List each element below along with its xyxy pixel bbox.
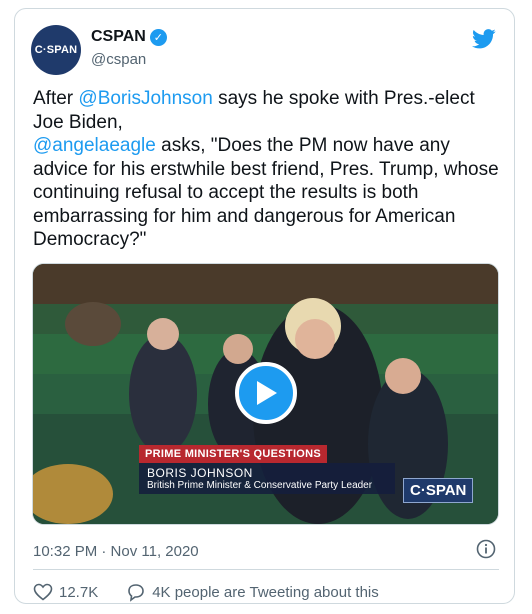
lower-third-title: PRIME MINISTER'S QUESTIONS [139, 445, 328, 463]
mention-link[interactable]: @BorisJohnson [78, 88, 212, 109]
play-button[interactable] [235, 362, 297, 424]
tweet-timestamp[interactable]: 10:32 PM · Nov 11, 2020 [33, 543, 199, 560]
twitter-bird-icon[interactable] [472, 29, 496, 49]
divider [33, 569, 499, 570]
reply-bubble-icon[interactable] [126, 582, 146, 602]
author-name-row[interactable]: CSPAN ✓ [91, 28, 167, 46]
cspan-channel-logo: C·SPAN [403, 478, 474, 503]
avatar[interactable]: C·SPAN [31, 25, 81, 75]
like-count[interactable]: 12.7K [59, 584, 98, 601]
lower-third-box: BORIS JOHNSON British Prime Minister & C… [139, 463, 395, 494]
info-icon[interactable] [476, 539, 496, 559]
tweet-text: After @BorisJohnson says he spoke with P… [33, 87, 501, 252]
lower-third-caption: PRIME MINISTER'S QUESTIONS BORIS JOHNSON… [139, 444, 395, 494]
video-player[interactable]: PRIME MINISTER'S QUESTIONS BORIS JOHNSON… [32, 263, 499, 525]
mention-link[interactable]: @angelaeagle [33, 135, 156, 156]
tweeting-about-link[interactable]: 4K people are Tweeting about this [152, 584, 379, 601]
lower-third-name: BORIS JOHNSON [147, 466, 253, 480]
avatar-logo-text: C·SPAN [34, 44, 78, 56]
play-icon [257, 381, 277, 405]
lower-third-subtitle: British Prime Minister & Conservative Pa… [147, 480, 373, 491]
tweet-actions: 12.7K 4K people are Tweeting about this [33, 582, 379, 602]
author-handle[interactable]: @cspan [91, 51, 146, 68]
like-heart-icon[interactable] [33, 583, 53, 601]
tweet-card[interactable]: C·SPAN CSPAN ✓ @cspan After @BorisJohnso… [14, 8, 515, 604]
display-name[interactable]: CSPAN [91, 28, 146, 46]
tweet-text-segment: After [33, 88, 79, 109]
verified-badge-icon: ✓ [149, 28, 167, 46]
